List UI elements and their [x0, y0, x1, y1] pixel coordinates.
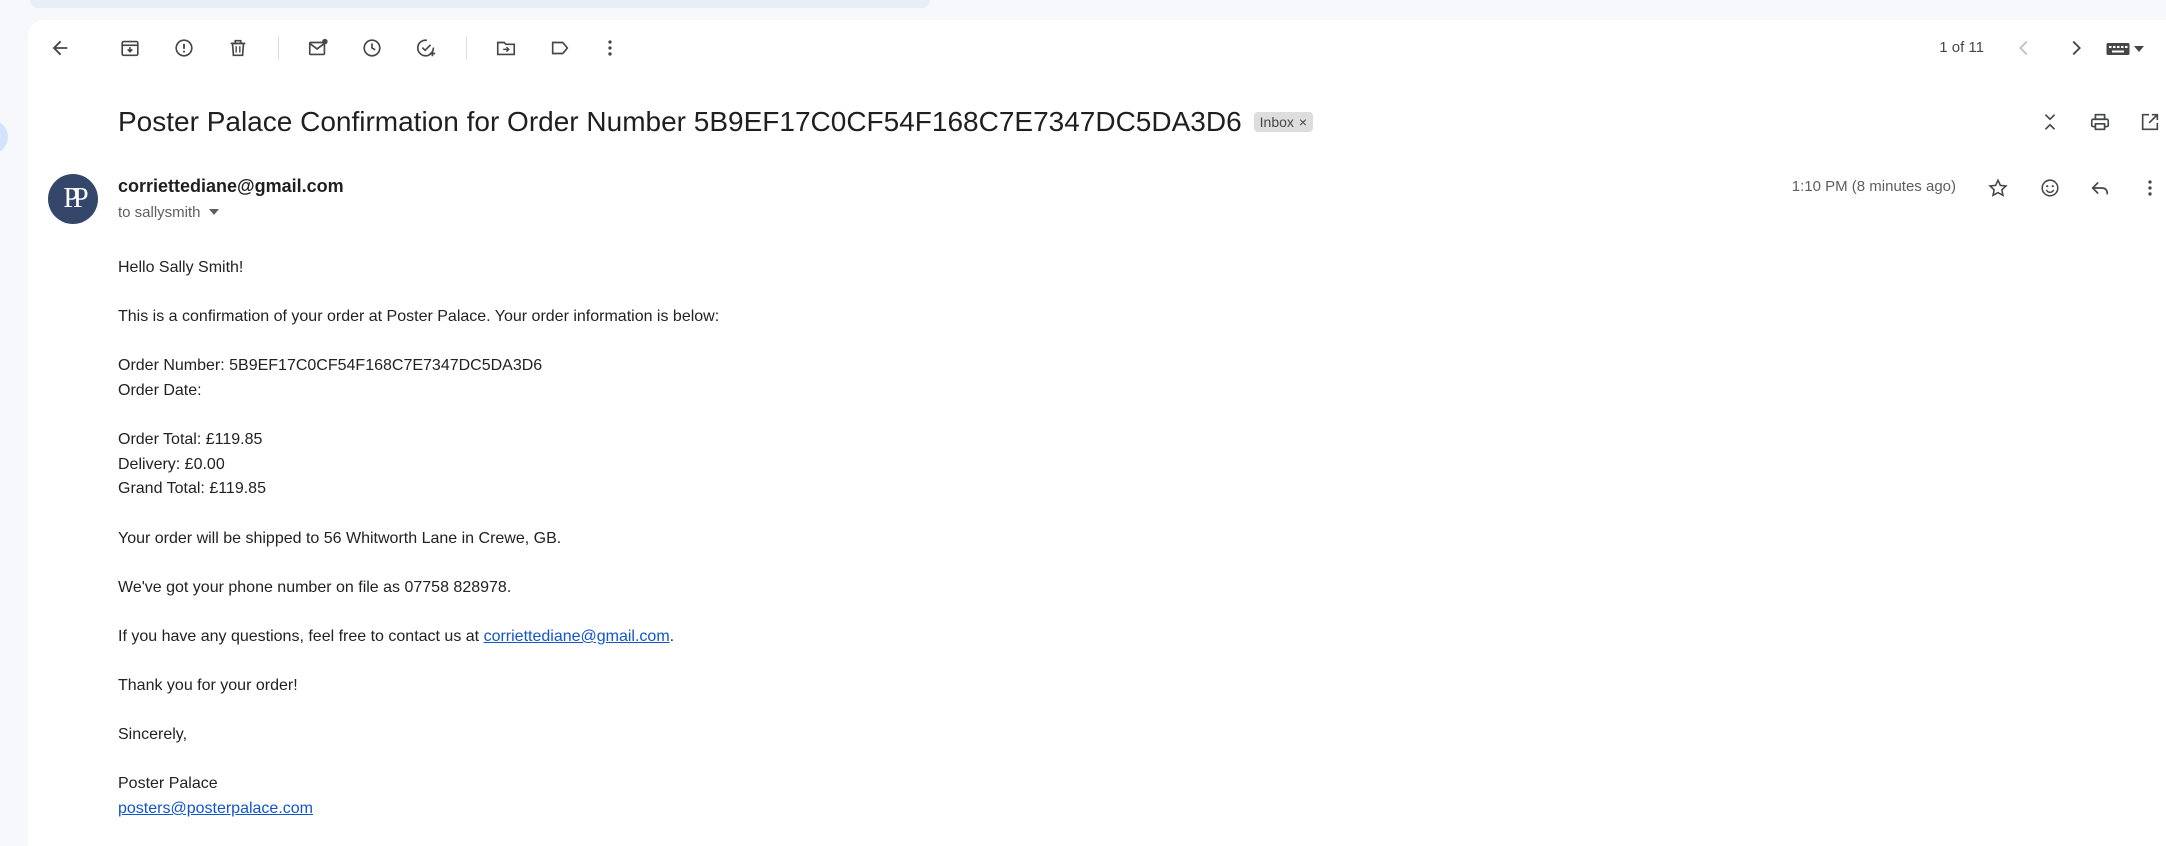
sender-email[interactable]: corriettediane@gmail.com: [118, 176, 344, 197]
thanks-line: Thank you for your order!: [118, 677, 298, 695]
search-bar-edge[interactable]: [30, 0, 930, 8]
order-date: Order Date:: [118, 381, 202, 399]
message-more-button[interactable]: [2130, 168, 2166, 208]
labels-button[interactable]: [540, 28, 580, 68]
snooze-icon: [363, 39, 381, 57]
more-vert-icon: [608, 40, 612, 56]
order-total: Order Total: £119.85: [118, 431, 263, 449]
questions-line: If you have any questions, feel free to …: [118, 625, 719, 650]
archive-button[interactable]: [110, 28, 150, 68]
emoji-icon: [2041, 179, 2059, 197]
print-icon: [2090, 113, 2110, 131]
move-to-button[interactable]: [486, 28, 526, 68]
move-to-icon: [496, 41, 516, 56]
toolbar-divider: [278, 36, 279, 60]
email-timestamp: 1:10 PM (8 minutes ago): [1791, 178, 1956, 195]
email-body: Hello Sally Smith! This is a confirmatio…: [118, 256, 719, 822]
email-toolbar: 1 of 11: [28, 20, 2166, 76]
label-chip-text: Inbox: [1259, 114, 1294, 130]
remove-label-icon[interactable]: ×: [1299, 114, 1307, 130]
greeting: Hello Sally Smith!: [118, 259, 244, 276]
open-in-new-icon: [2141, 113, 2159, 131]
add-task-icon: [416, 39, 436, 57]
mark-unread-icon: [308, 38, 328, 56]
compose-sidebar-edge[interactable]: [0, 120, 8, 154]
closing-line: Sincerely,: [118, 726, 188, 744]
recipient-text: to sallysmith: [118, 204, 201, 221]
snooze-button[interactable]: [352, 28, 392, 68]
chevron-right-icon: [2072, 40, 2081, 56]
add-to-tasks-button[interactable]: [406, 28, 446, 68]
report-spam-icon: [175, 39, 193, 57]
delete-button[interactable]: [218, 28, 258, 68]
mark-unread-button[interactable]: [298, 28, 338, 68]
caret-down-icon: [208, 209, 219, 215]
star-icon: [1988, 178, 2008, 197]
more-vert-icon: [2148, 180, 2152, 196]
input-tools-button[interactable]: [2106, 36, 2150, 62]
older-button[interactable]: [2056, 28, 2096, 68]
pagination-count: 1 of 11: [1939, 39, 1984, 56]
reply-button[interactable]: [2080, 168, 2120, 208]
add-reaction-button[interactable]: [2030, 168, 2070, 208]
delete-icon: [230, 39, 246, 57]
phone-info: We've got your phone number on file as 0…: [118, 578, 512, 596]
questions-prefix: If you have any questions, feel free to …: [118, 627, 484, 645]
label-icon: [551, 41, 569, 55]
newer-button[interactable]: [2004, 28, 2044, 68]
open-new-window-button[interactable]: [2130, 102, 2166, 142]
collapse-all-button[interactable]: [2030, 102, 2070, 142]
delivery-cost: Delivery: £0.00: [118, 455, 225, 473]
intro-text: This is a confirmation of your order at …: [118, 308, 720, 326]
email-view-panel: 1 of 11 Poster Palace Confirmation for O…: [28, 20, 2166, 846]
archive-icon: [121, 40, 139, 57]
back-icon: [52, 40, 68, 56]
grand-total: Grand Total: £119.85: [118, 480, 266, 498]
contact-email-link[interactable]: corriettediane@gmail.com: [484, 628, 670, 645]
order-number: Order Number: 5B9EF17C0CF54F168C7E7347DC…: [118, 357, 543, 375]
print-all-button[interactable]: [2080, 102, 2120, 142]
subject-row: Poster Palace Confirmation for Order Num…: [118, 102, 1314, 142]
more-options-button[interactable]: [590, 28, 630, 68]
keyboard-icon: [2106, 43, 2130, 55]
star-button[interactable]: [1978, 168, 2018, 208]
sender-avatar[interactable]: PP: [48, 174, 98, 224]
signature-email-link[interactable]: posters@posterpalace.com: [118, 800, 313, 817]
shipping-address: Your order will be shipped to 56 Whitwor…: [118, 529, 562, 547]
email-subject: Poster Palace Confirmation for Order Num…: [118, 106, 1242, 137]
signature-name: Poster Palace: [118, 775, 218, 793]
report-spam-button[interactable]: [164, 28, 204, 68]
inbox-label-chip[interactable]: Inbox ×: [1253, 112, 1314, 132]
toolbar-divider: [466, 36, 467, 60]
back-button[interactable]: [40, 28, 80, 68]
chevron-left-icon: [2019, 40, 2028, 56]
recipient-details[interactable]: to sallysmith: [118, 204, 219, 221]
collapse-icon: [2044, 114, 2056, 130]
caret-down-icon: [2134, 46, 2144, 52]
questions-suffix: .: [669, 627, 675, 645]
reply-icon: [2091, 181, 2109, 195]
